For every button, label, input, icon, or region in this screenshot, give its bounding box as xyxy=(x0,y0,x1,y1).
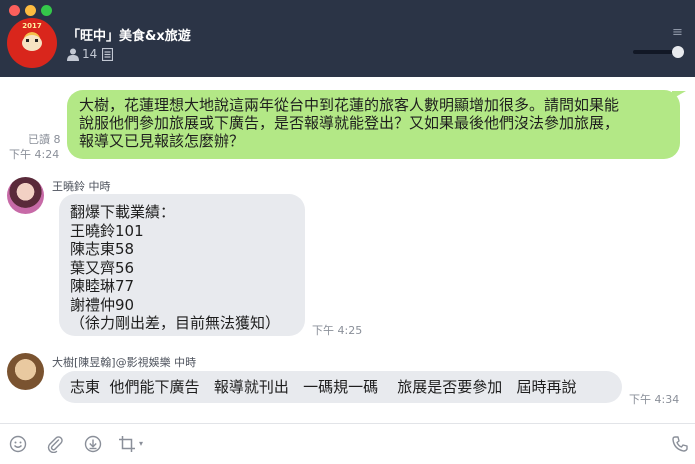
member-icon[interactable] xyxy=(67,48,79,61)
chat-header: 2017 「旺中」美食&x旅遊 14 ≡ xyxy=(0,0,695,77)
window-close-button[interactable] xyxy=(9,5,20,16)
message-timestamp: 下午 4:34 xyxy=(629,393,680,406)
message-line: （徐力剛出差，目前無法獲知） xyxy=(70,314,281,332)
menu-icon[interactable]: ≡ xyxy=(672,25,683,40)
message-line: 說服他們參加旅展或下廣告，是否報導就能登出？又如果最後他們沒法參加旅展， xyxy=(79,114,620,132)
call-icon[interactable] xyxy=(671,435,689,453)
member-count[interactable]: 14 xyxy=(82,47,97,61)
read-status: 已讀 8 xyxy=(28,133,61,146)
chat-area: 大樹，花蓮理想大地說這兩年從台中到花蓮的旅客人數明顯增加很多。請問如果能 說服他… xyxy=(0,77,695,423)
outgoing-message-bubble[interactable]: 大樹，花蓮理想大地說這兩年從台中到花蓮的旅客人數明顯增加很多。請問如果能 說服他… xyxy=(67,90,680,159)
sender-avatar[interactable] xyxy=(7,177,44,214)
avatar-year-text: 2017 xyxy=(22,22,42,30)
message-line: 陳志東58 xyxy=(70,240,135,258)
incoming-message-bubble[interactable]: 翻爆下載業績： 王曉鈴101 陳志東58 葉又齊56 陳睦琳77 謝禮仲90 （… xyxy=(59,194,305,336)
save-icon[interactable] xyxy=(84,435,102,453)
sender-avatar[interactable] xyxy=(7,353,44,390)
message-timestamp: 下午 4:24 xyxy=(9,148,60,161)
sender-name[interactable]: 王曉鈴 中時 xyxy=(52,178,111,194)
chevron-down-icon[interactable]: ▾ xyxy=(139,439,143,448)
outgoing-bubble-tail xyxy=(672,91,686,99)
message-line: 葉又齊56 xyxy=(70,258,135,277)
message-timestamp: 下午 4:25 xyxy=(312,324,363,337)
message-line: 謝禮仲90 xyxy=(70,295,135,314)
crop-icon[interactable] xyxy=(118,435,136,453)
message-line: 翻爆下載業績： xyxy=(70,203,176,221)
notes-icon[interactable] xyxy=(102,48,113,61)
message-line: 王曉鈴101 xyxy=(70,221,144,240)
avatar-eyes xyxy=(26,39,38,42)
avatar-face xyxy=(22,35,42,51)
group-name[interactable]: 「旺中」美食&x旅遊 xyxy=(67,25,191,44)
sender-name[interactable]: 大樹[陳昱翰]@影視娛樂 中時 xyxy=(52,354,196,370)
window-maximize-button[interactable] xyxy=(41,5,52,16)
group-avatar[interactable]: 2017 xyxy=(7,18,57,68)
window-minimize-button[interactable] xyxy=(25,5,36,16)
message-line: 陳睦琳77 xyxy=(70,277,135,295)
message-line: 大樹，花蓮理想大地說這兩年從台中到花蓮的旅客人數明顯增加很多。請問如果能 xyxy=(79,96,620,114)
message-line: 報導又已見報該怎麼辦？ xyxy=(79,132,245,150)
incoming-message-bubble[interactable]: 志東 他們能下廣告 報導就刊出 一碼規一碼 旅展是否要參加 屆時再說 xyxy=(59,371,622,403)
emoji-icon[interactable] xyxy=(9,435,27,453)
input-toolbar: ▾ xyxy=(0,423,695,464)
transparency-slider-knob[interactable] xyxy=(672,46,684,58)
attach-icon[interactable] xyxy=(46,435,64,453)
